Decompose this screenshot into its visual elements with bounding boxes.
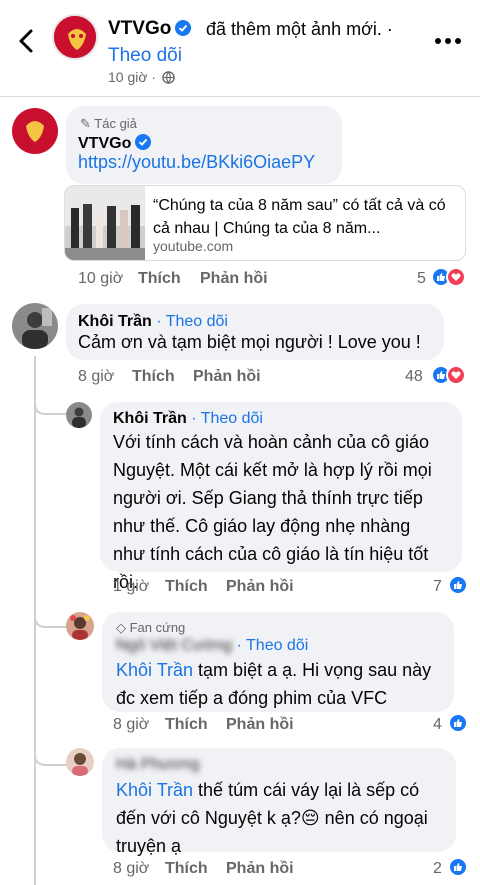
reactions[interactable] bbox=[431, 267, 466, 287]
separator: · bbox=[191, 410, 201, 427]
vtvgo-logo-icon bbox=[26, 121, 44, 142]
text-line: Với tính cách và hoàn cảnh của cô giáo bbox=[113, 432, 430, 452]
user-photo bbox=[66, 402, 92, 428]
fan-badge: ◇ Fan cứng bbox=[116, 620, 186, 635]
like-button[interactable]: Thích bbox=[165, 860, 208, 878]
comment-text: Khôi Trần thế túm cái váy lại là sếp có … bbox=[116, 776, 454, 860]
avatar[interactable] bbox=[12, 108, 58, 154]
follow-button[interactable]: Theo dõi bbox=[201, 410, 263, 427]
avatar[interactable] bbox=[12, 303, 58, 349]
post-action-text: đã thêm một ảnh mới. · bbox=[206, 19, 393, 39]
text-line: như thế. Cô giáo lay động nhẹ nhàng bbox=[113, 516, 411, 536]
text-line: Khôi Trần thế túm cái váy lại là sếp có bbox=[116, 776, 454, 804]
text-line: Nguyệt. Một cái kết mở là hợp lý rồi mọi bbox=[113, 460, 432, 480]
comment-header: Ngô Việt Cường · Theo dõi bbox=[116, 637, 308, 655]
reply-button[interactable]: Phản hồi bbox=[226, 716, 294, 734]
comment-time: 8 giờ bbox=[113, 716, 150, 733]
reply-button[interactable]: Phản hồi bbox=[200, 270, 268, 288]
avatar[interactable] bbox=[66, 748, 94, 776]
like-button[interactable]: Thích bbox=[165, 578, 208, 596]
comment-time: 1 giờ bbox=[113, 578, 150, 595]
page-avatar[interactable] bbox=[52, 14, 98, 60]
comment-time: 8 giờ bbox=[113, 860, 150, 877]
text-line: truyện ạ bbox=[116, 836, 182, 856]
reply-connector bbox=[34, 380, 68, 415]
page-name[interactable]: VTVGo bbox=[108, 18, 192, 40]
comment-time: 8 giờ bbox=[78, 368, 115, 385]
comment-author[interactable]: Khôi Trần bbox=[113, 410, 187, 427]
comment-text: Khôi Trần tạm biệt a ạ. Hi vọng sau này … bbox=[116, 656, 452, 712]
avatar[interactable] bbox=[66, 402, 92, 428]
like-reaction-icon bbox=[448, 857, 468, 877]
more-options-icon[interactable] bbox=[428, 26, 468, 56]
text-span: thế túm cái váy lại là sếp có bbox=[193, 780, 420, 800]
user-photo bbox=[12, 303, 58, 349]
verified-badge-icon bbox=[175, 20, 192, 36]
reactions[interactable] bbox=[431, 365, 466, 385]
globe-icon bbox=[162, 71, 175, 84]
header-divider bbox=[0, 96, 480, 97]
vtvgo-logo-icon bbox=[54, 16, 96, 58]
follow-button[interactable]: Theo dõi bbox=[108, 45, 182, 67]
reactions[interactable] bbox=[448, 575, 468, 595]
comment-header: Khôi Trần · Theo dõi bbox=[113, 410, 263, 428]
avatar[interactable] bbox=[66, 612, 94, 640]
reply-button[interactable]: Phản hồi bbox=[226, 578, 294, 596]
user-photo bbox=[66, 612, 94, 640]
preview-title: “Chúng ta của 8 năm sau” có tất cả và có… bbox=[153, 197, 446, 237]
reply-button[interactable]: Phản hồi bbox=[193, 368, 261, 386]
reaction-count: 2 bbox=[433, 860, 442, 877]
comment-time: 10 giờ bbox=[78, 270, 124, 287]
comment-author[interactable]: Hà Phương bbox=[116, 756, 199, 774]
mention-link[interactable]: Khôi Trần bbox=[116, 660, 193, 680]
reaction-count: 4 bbox=[433, 716, 442, 733]
like-reaction-icon bbox=[448, 575, 468, 595]
reactions[interactable] bbox=[448, 713, 468, 733]
post-time: 10 giờ · bbox=[108, 69, 175, 85]
text-line: đến với cô Nguyệt k ạ?😔 nên có ngoại bbox=[116, 808, 428, 828]
reaction-count: 5 bbox=[417, 270, 426, 287]
user-photo bbox=[66, 748, 94, 776]
text-line: Khôi Trần tạm biệt a ạ. Hi vọng sau này bbox=[116, 656, 452, 684]
reply-connector bbox=[34, 595, 68, 628]
link-preview[interactable]: “Chúng ta của 8 năm sau” có tất cả và có… bbox=[64, 185, 466, 261]
like-button[interactable]: Thích bbox=[165, 716, 208, 734]
comment-author[interactable]: Ngô Việt Cường bbox=[116, 637, 232, 654]
mention-link[interactable]: Khôi Trần bbox=[116, 780, 193, 800]
text-line: như tính cách của cô giáo là tín hiệu tố… bbox=[113, 544, 429, 564]
love-reaction-icon bbox=[446, 365, 466, 385]
like-reaction-icon bbox=[448, 713, 468, 733]
reaction-count: 7 bbox=[433, 578, 442, 595]
love-reaction-icon bbox=[446, 267, 466, 287]
text-line: đc xem tiếp a đóng phim của VFC bbox=[116, 688, 388, 708]
text-line: người ơi. Sếp Giang thả thính trực tiếp bbox=[113, 488, 423, 508]
comment-text: Với tính cách và hoàn cảnh của cô giáo N… bbox=[113, 428, 458, 596]
reply-connector bbox=[34, 735, 68, 766]
text-span: tạm biệt a ạ. Hi vọng sau này bbox=[193, 660, 432, 680]
reply-button[interactable]: Phản hồi bbox=[226, 860, 294, 878]
reaction-count: 48 bbox=[405, 368, 423, 385]
follow-button[interactable]: Theo dõi bbox=[246, 637, 308, 654]
comment-link[interactable]: https://youtu.be/BKki6OiaePY bbox=[78, 148, 315, 176]
separator: · bbox=[236, 637, 247, 654]
like-button[interactable]: Thích bbox=[132, 368, 175, 386]
reactions[interactable] bbox=[448, 857, 468, 877]
author-badge: ✎ Tác giả bbox=[80, 116, 137, 131]
preview-domain: youtube.com bbox=[153, 238, 234, 254]
back-arrow-icon[interactable] bbox=[12, 26, 42, 56]
comment-text: Cảm ơn và tạm biệt mọi người ! Love you … bbox=[78, 332, 421, 352]
like-button[interactable]: Thích bbox=[138, 270, 181, 288]
preview-thumbnail bbox=[65, 186, 145, 260]
